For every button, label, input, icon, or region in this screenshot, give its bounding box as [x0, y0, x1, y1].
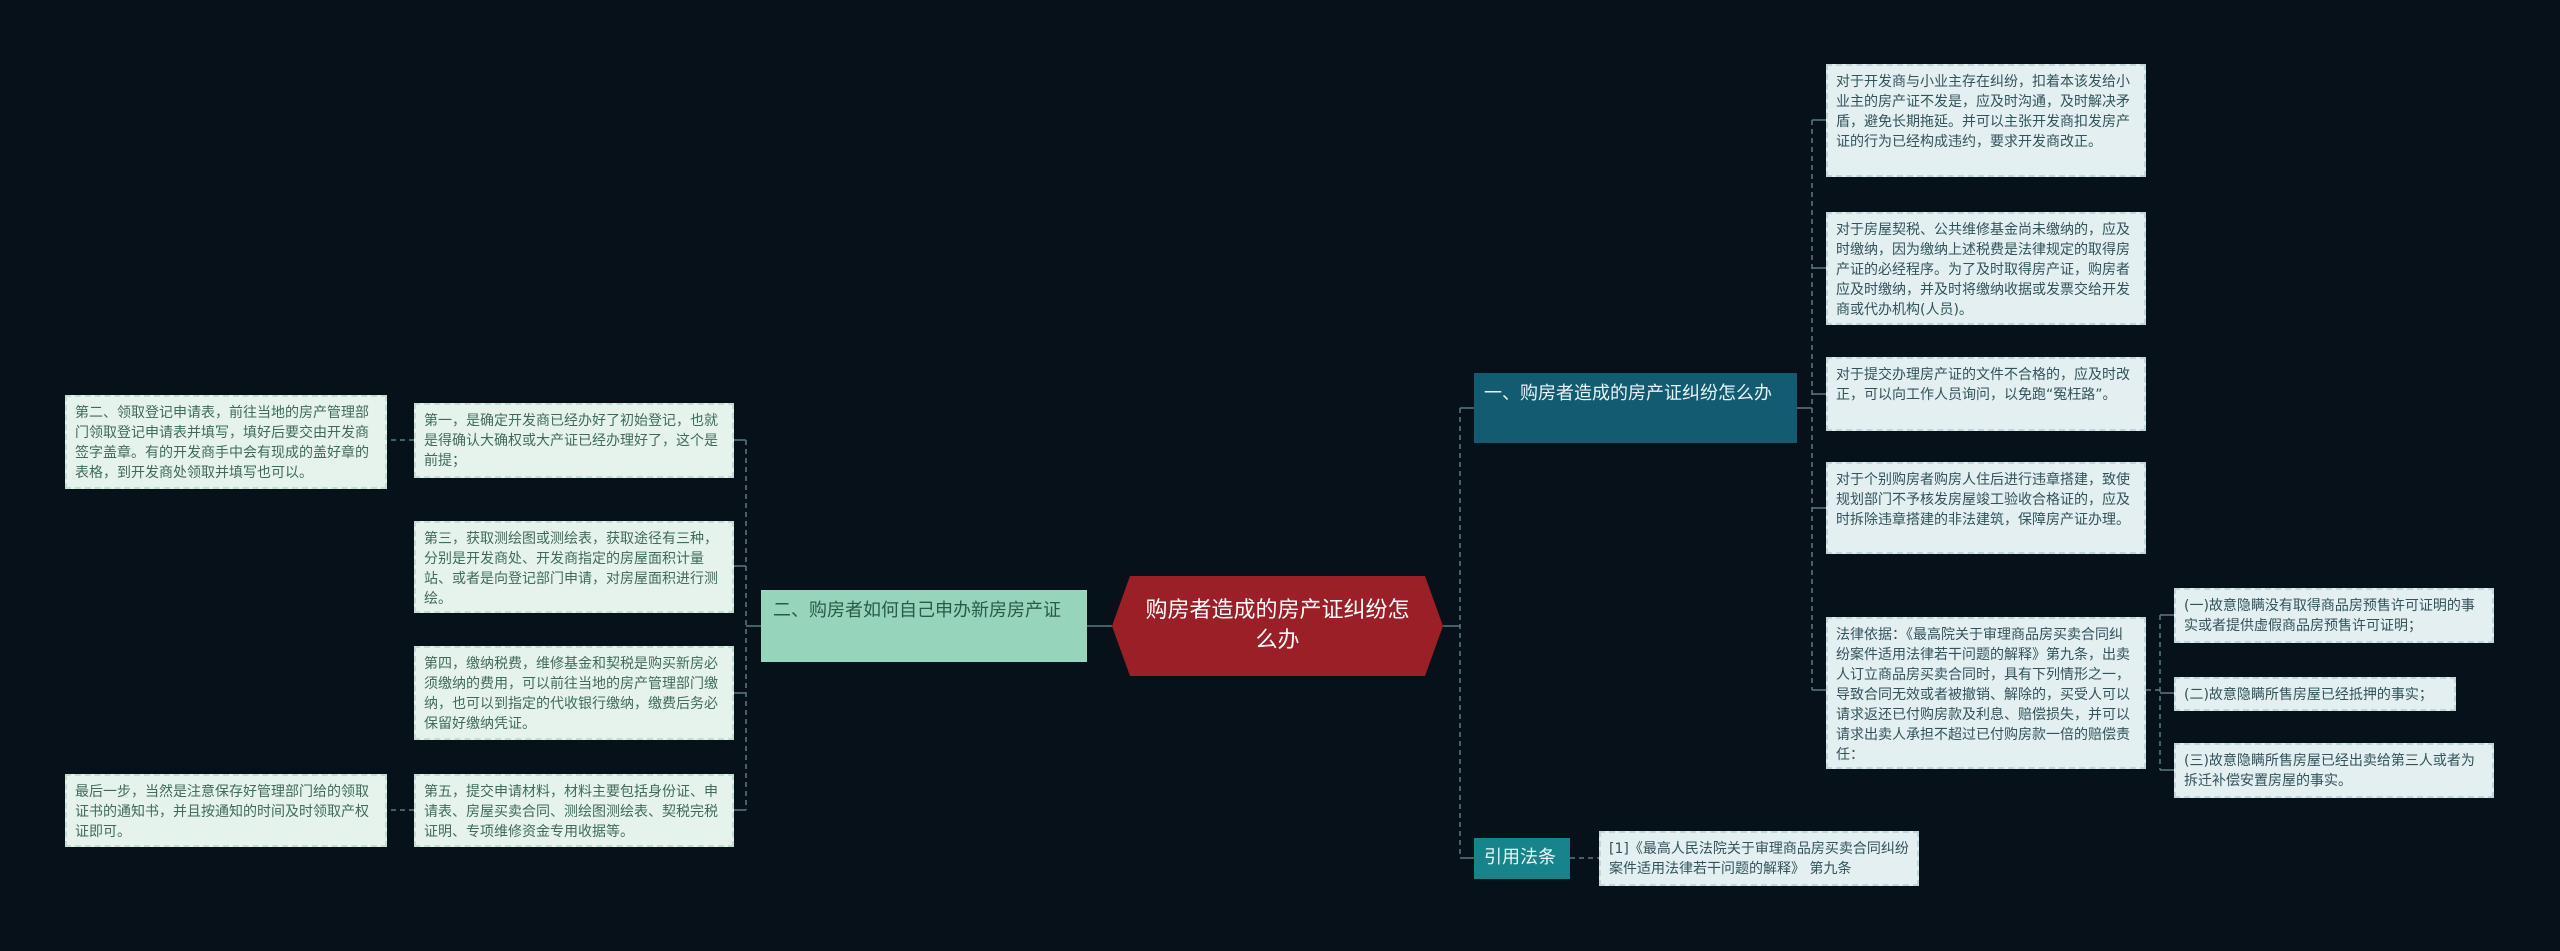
- root-topic[interactable]: 购房者造成的房产证纠纷怎么办: [1112, 576, 1443, 676]
- root-title: 购房者造成的房产证纠纷怎么办: [1145, 598, 1410, 653]
- right-item-3[interactable]: 对于提交办理房产证的文件不合格的，应及时改正，可以向工作人员询问，以免跑“冤枉路…: [1826, 357, 2146, 431]
- legal-item-1[interactable]: (一)故意隐瞒没有取得商品房预售许可证明的事实或者提供虚假商品房预售许可证明；: [2174, 588, 2494, 643]
- branch-left-title[interactable]: 二、购房者如何自己申办新房房产证: [761, 590, 1087, 662]
- citation-item-1[interactable]: [1]《最高人民法院关于审理商品房买卖合同纠纷案件适用法律若干问题的解释》 第九…: [1599, 831, 1919, 886]
- left-item-5[interactable]: 第五，提交申请材料，材料主要包括身份证、申请表、房屋买卖合同、测绘图测绘表、契税…: [414, 774, 734, 847]
- left-sub-item-last[interactable]: 最后一步，当然是注意保存好管理部门给的领取证书的通知书，并且按通知的时间及时领取…: [65, 774, 387, 847]
- left-item-1[interactable]: 第一，是确定开发商已经办好了初始登记，也就是得确认大确权或大产证已经办理好了，这…: [414, 403, 734, 478]
- right-item-1[interactable]: 对于开发商与小业主存在纠纷，扣着本该发给小业主的房产证不发是，应及时沟通，及时解…: [1826, 64, 2146, 177]
- right-item-legal-basis[interactable]: 法律依据：《最高院关于审理商品房买卖合同纠纷案件适用法律若干问题的解释》第九条，…: [1826, 617, 2146, 769]
- branch-right-title[interactable]: 一、购房者造成的房产证纠纷怎么办: [1474, 373, 1797, 443]
- legal-item-2[interactable]: (二)故意隐瞒所售房屋已经抵押的事实；: [2174, 677, 2456, 711]
- branch-citation-title[interactable]: 引用法条: [1474, 838, 1570, 879]
- left-sub-item-2[interactable]: 第二、领取登记申请表，前往当地的房产管理部门领取登记申请表并填写，填好后要交由开…: [65, 395, 387, 489]
- right-item-4[interactable]: 对于个别购房者购房人住后进行违章搭建，致使规划部门不予核发房屋竣工验收合格证的，…: [1826, 462, 2146, 554]
- left-item-3[interactable]: 第三，获取测绘图或测绘表，获取途径有三种，分别是开发商处、开发商指定的房屋面积计…: [414, 521, 734, 613]
- legal-item-3[interactable]: (三)故意隐瞒所售房屋已经出卖给第三人或者为拆迁补偿安置房屋的事实。: [2174, 743, 2494, 798]
- right-item-2[interactable]: 对于房屋契税、公共维修基金尚未缴纳的，应及时缴纳，因为缴纳上述税费是法律规定的取…: [1826, 212, 2146, 325]
- left-item-4[interactable]: 第四，缴纳税费，维修基金和契税是购买新房必须缴纳的费用，可以前往当地的房产管理部…: [414, 646, 734, 740]
